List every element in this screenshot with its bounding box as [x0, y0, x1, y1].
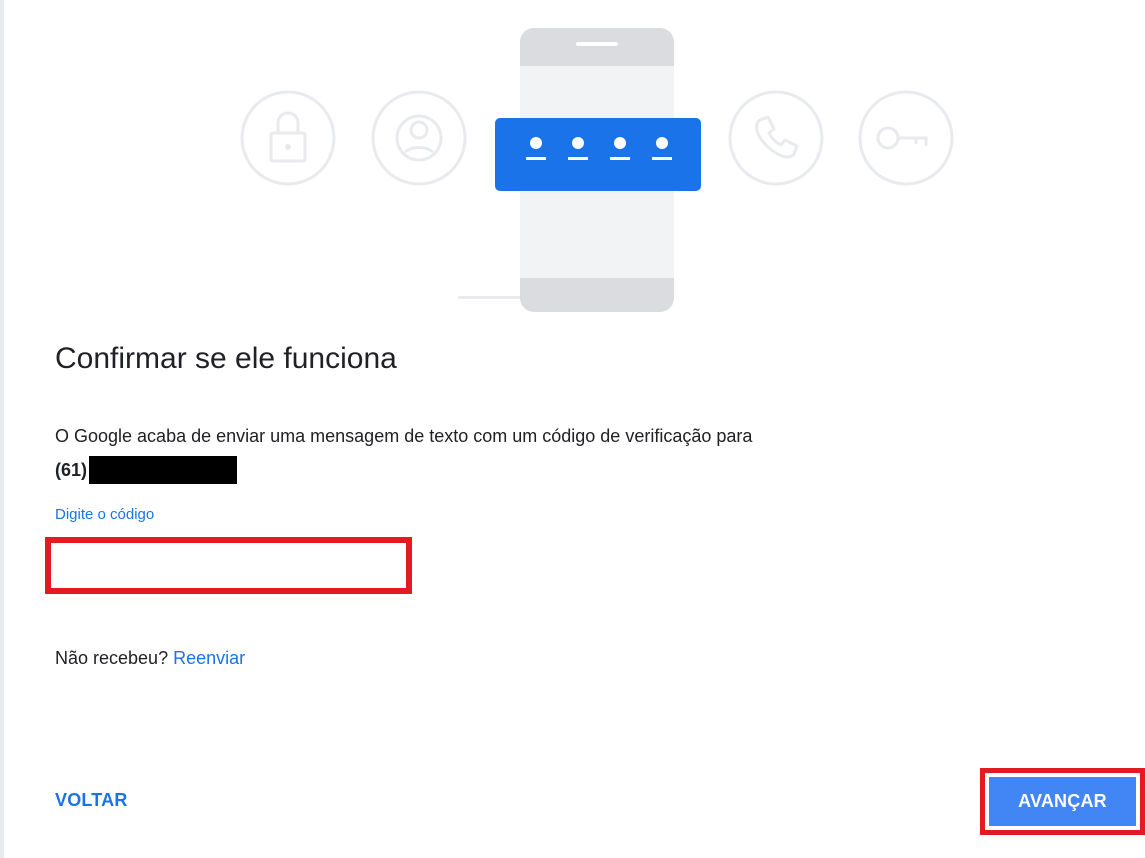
code-underline — [568, 157, 588, 160]
page: Confirmar se ele funciona O Google acaba… — [0, 0, 1145, 858]
phone-area-code: (61) — [55, 459, 88, 480]
code-card-illustration — [495, 118, 701, 191]
lock-icon — [240, 90, 336, 186]
code-dot — [656, 137, 668, 149]
key-icon — [858, 90, 954, 186]
code-dot — [572, 137, 584, 149]
back-button[interactable]: VOLTAR — [47, 780, 136, 820]
verification-code-input[interactable] — [55, 547, 402, 584]
account-circle-icon — [371, 90, 467, 186]
code-underline — [652, 157, 672, 160]
next-button-highlight: AVANÇAR — [980, 768, 1145, 835]
page-title: Confirmar se ele funciona — [55, 342, 397, 375]
phone-icon — [728, 90, 824, 186]
resend-link[interactable]: Reenviar — [173, 648, 245, 668]
code-underline — [610, 157, 630, 160]
redacted-phone-number — [89, 456, 238, 484]
code-dot — [614, 137, 626, 149]
resend-question: Não recebeu? — [55, 648, 169, 668]
verification-description: O Google acaba de enviar uma mensagem de… — [55, 426, 753, 446]
left-divider — [0, 0, 4, 858]
code-field-label: Digite o código — [55, 506, 155, 523]
phone-number: (61) — [55, 456, 238, 484]
verification-illustration — [240, 28, 954, 312]
code-dot — [530, 137, 542, 149]
resend-prompt: Não recebeu? Reenviar — [55, 648, 245, 669]
code-underline — [526, 157, 546, 160]
next-button[interactable]: AVANÇAR — [989, 777, 1136, 826]
code-field-highlight — [45, 537, 412, 594]
